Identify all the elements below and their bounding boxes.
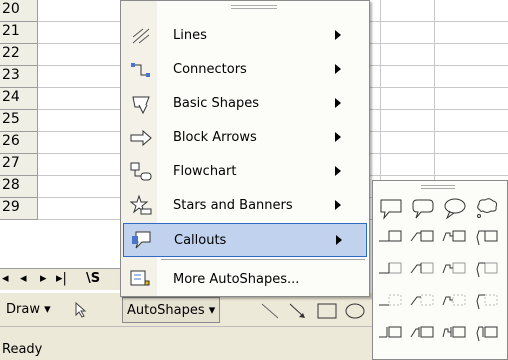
line-callout-3-icon[interactable] [441,223,469,251]
menu-item-basic-shapes[interactable]: Basic Shapes [123,87,367,121]
rectangle-icon [317,303,337,319]
callout-cloud-icon[interactable] [473,195,501,223]
line-callout-noborder-4-icon[interactable] [473,287,501,315]
row-header[interactable]: 24 [0,88,38,110]
prev-sheet-button[interactable]: ◂ [20,271,27,286]
menu-item-stars-banners[interactable]: Stars and Banners [123,189,367,223]
line-callout-border-accent-2-icon[interactable] [409,319,437,347]
row-header[interactable]: 20 [0,0,38,22]
callouts-icon [130,230,154,252]
row-header[interactable]: 21 [0,22,38,44]
submenu-arrow-icon [336,235,342,245]
line-tool-button[interactable] [256,297,284,323]
line-callout-noborder-3-icon[interactable] [441,287,469,315]
menu-item-more-autoshapes[interactable]: More AutoShapes... [123,263,367,297]
menu-item-label: Lines [173,28,207,43]
row-header[interactable]: 29 [0,198,38,220]
callout-rect-icon[interactable] [377,195,405,223]
menu-item-label: Stars and Banners [173,198,293,213]
lines-icon [129,25,153,47]
menu-item-label: Flowchart [173,164,237,179]
submenu-arrow-icon [335,30,341,40]
row-header[interactable]: 27 [0,154,38,176]
submenu-arrow-icon [335,64,341,74]
line-callout-accent-1-icon[interactable] [377,255,405,283]
line-callout-4-icon[interactable] [473,223,501,251]
submenu-arrow-icon [335,132,341,142]
callout-rounded-icon[interactable] [409,195,437,223]
oval-icon [345,303,365,319]
autoshapes-menu: Lines Connectors Basic Shapes Block Arro… [120,0,370,297]
select-objects-button[interactable] [70,297,92,323]
callout-oval-icon[interactable] [441,195,469,223]
menu-item-block-arrows[interactable]: Block Arrows [123,121,367,155]
more-autoshapes-icon [129,269,153,291]
line-callout-border-accent-3-icon[interactable] [441,319,469,347]
line-callout-noborder-2-icon[interactable] [409,287,437,315]
menu-item-flowchart[interactable]: Flowchart [123,155,367,189]
menu-separator [161,259,365,260]
sheet-tab-bar: ◂ ◂ ▸ ▸| \S [0,268,130,290]
oval-tool-button[interactable] [340,297,370,323]
menu-item-callouts[interactable]: Callouts [123,223,367,257]
basic-shapes-icon [129,93,153,115]
menu-item-label: More AutoShapes... [173,272,300,287]
row-header[interactable]: 26 [0,132,38,154]
draw-menu-button[interactable]: Draw ▾ [2,297,55,323]
line-callout-1-icon[interactable] [377,223,405,251]
line-callout-border-accent-4-icon[interactable] [473,319,501,347]
stars-banners-icon [129,194,153,217]
row-header[interactable]: 25 [0,110,38,132]
line-callout-accent-4-icon[interactable] [473,255,501,283]
autoshapes-menu-button[interactable]: AutoShapes ▾ [122,297,221,323]
menu-item-label: Callouts [174,233,227,248]
menu-item-label: Basic Shapes [173,96,260,111]
palette-drag-handle[interactable] [421,185,455,189]
first-sheet-button[interactable]: ◂ [2,271,9,286]
submenu-arrow-icon [335,98,341,108]
line-callout-2-icon[interactable] [409,223,437,251]
draw-label: Draw [6,302,40,317]
status-text: Ready [2,342,43,357]
last-sheet-button[interactable]: ▸| [56,271,67,286]
autoshapes-label: AutoShapes [127,303,205,318]
sheet-tab[interactable]: \S [86,271,100,286]
block-arrows-icon [129,127,153,149]
line-callout-border-accent-1-icon[interactable] [377,319,405,347]
submenu-arrow-icon [335,166,341,176]
pointer-icon [75,301,87,318]
menu-item-label: Connectors [173,62,247,77]
flowchart-icon [129,161,153,183]
submenu-arrow-icon [335,200,341,210]
arrow-icon [289,303,305,318]
line-callout-accent-2-icon[interactable] [409,255,437,283]
connectors-icon [129,59,153,81]
arrow-tool-button[interactable] [284,297,312,323]
row-header[interactable]: 28 [0,176,38,198]
line-icon [261,303,279,319]
menu-item-label: Block Arrows [173,130,257,145]
line-callout-accent-3-icon[interactable] [441,255,469,283]
row-header[interactable]: 23 [0,66,38,88]
callouts-palette [372,180,508,360]
next-sheet-button[interactable]: ▸ [40,271,47,286]
menu-drag-handle[interactable] [231,5,277,9]
menu-item-connectors[interactable]: Connectors [123,53,367,87]
line-callout-noborder-1-icon[interactable] [377,287,405,315]
rectangle-tool-button[interactable] [312,297,342,323]
menu-item-lines[interactable]: Lines [123,19,367,53]
row-header[interactable]: 22 [0,44,38,66]
